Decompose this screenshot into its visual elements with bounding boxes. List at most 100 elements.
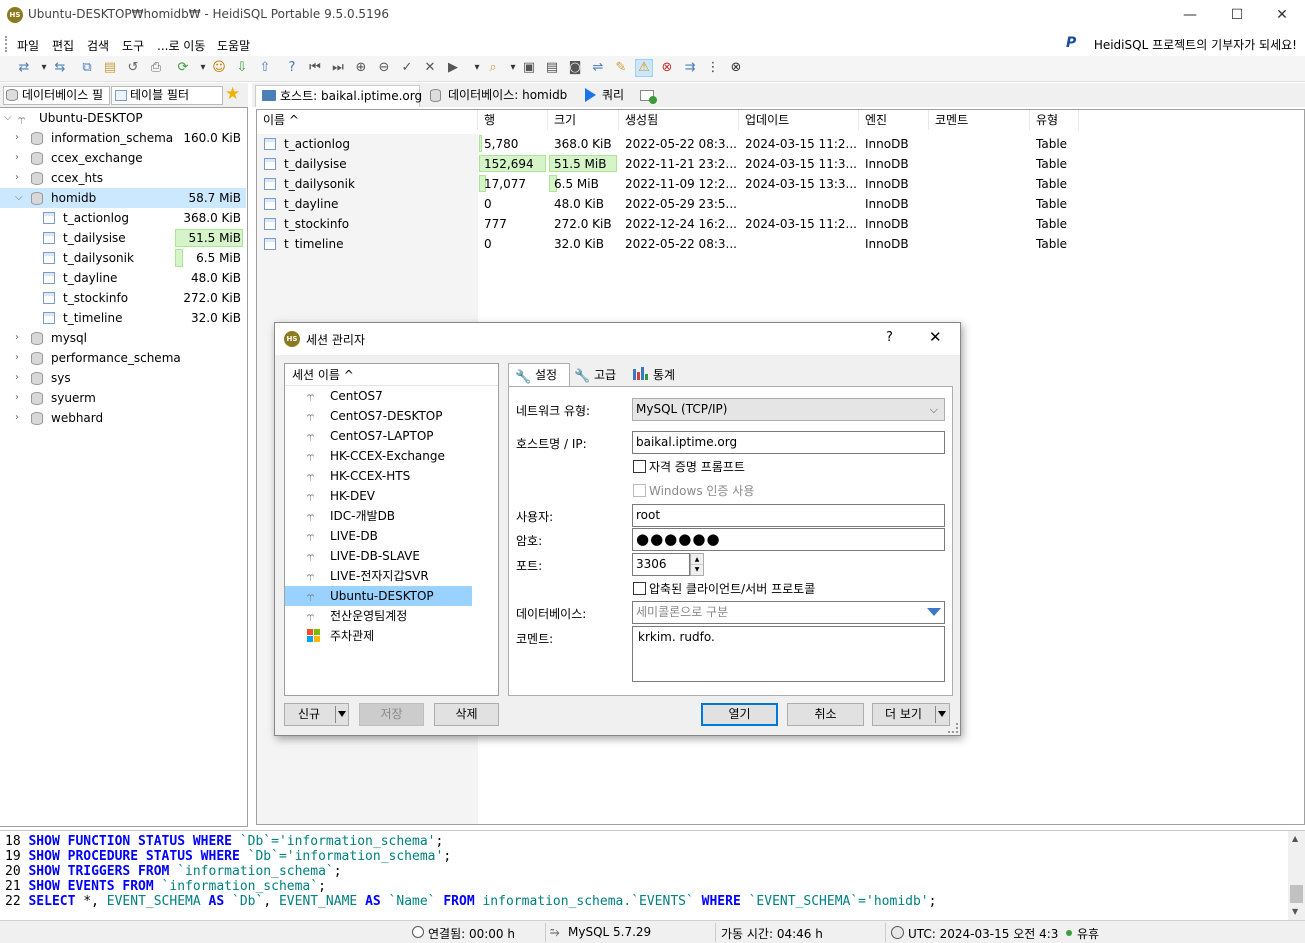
post-icon[interactable]: ✓ [399,60,415,76]
session-item[interactable]: ⥾ CentOS7-LAPTOP [285,426,472,446]
session-item[interactable]: ⥾ HK-DEV [285,486,472,506]
print-icon[interactable]: ⎙ [148,60,164,76]
copy-icon[interactable]: ⧉ [79,60,95,76]
chevron-right-icon[interactable]: › [15,168,19,188]
open-button[interactable]: 열기 [701,703,778,726]
chevron-right-icon[interactable]: › [15,388,19,408]
cancel-button[interactable]: 취소 [787,703,864,726]
dropdown-icon[interactable]: ▾ [39,60,49,76]
maximize-button[interactable]: ☐ [1214,0,1260,30]
help-button[interactable]: ? [886,330,893,345]
paste-icon[interactable]: ▤ [102,60,118,76]
column-header[interactable]: 엔진 [859,110,929,130]
session-item[interactable]: ⥾ CentOS7-DESKTOP [285,406,472,426]
session-list-header[interactable]: 세션 이름 ^ [285,364,498,386]
split-dropdown-icon[interactable] [338,711,346,717]
session-item[interactable]: 주차관제 [285,626,472,646]
prompt-credentials-checkbox[interactable] [633,460,646,473]
session-item[interactable]: ⥾ HK-CCEX-Exchange [285,446,472,466]
menu-tools[interactable]: 도구 [122,37,144,54]
tree-database[interactable]: › webhard [0,408,246,428]
tree-database[interactable]: › information_schema 160.0 KiB [0,128,246,148]
dialog-close-button[interactable]: ✕ [929,328,942,346]
chevron-right-icon[interactable]: › [15,368,19,388]
tree-database[interactable]: › performance_schema [0,348,246,368]
delete-icon[interactable]: ⊗ [659,60,675,76]
tab-statistics[interactable]: 통계 [627,365,685,387]
add-icon[interactable]: ⊕ [353,60,369,76]
tab-query[interactable]: 쿼리 [580,85,632,107]
databases-input[interactable]: 세미콜론으로 구분 [632,601,945,624]
chevron-down-icon[interactable]: ⌵ [4,108,12,128]
tree-table[interactable]: t_dailysise 51.5 MiB [0,228,246,248]
column-header[interactable]: 행 [478,110,548,130]
chevron-right-icon[interactable]: › [15,408,19,428]
delete-button[interactable]: 삭제 [434,703,499,726]
scroll-up-icon[interactable]: ▲ [1292,834,1298,843]
column-header[interactable]: 유형 [1030,110,1079,130]
tree-table[interactable]: t_dailysonik 6.5 MiB [0,248,246,268]
session-item[interactable]: ⥾ LIVE-전자지갑SVR [285,566,472,586]
disconnect-icon[interactable]: ⇆ [52,60,68,76]
sql-log-scrollbar[interactable]: ▲ ▼ [1288,831,1305,921]
menu-file[interactable]: 파일 [17,37,39,54]
warning-icon[interactable]: ⚠ [635,59,653,77]
binoculars-icon[interactable]: ◙ [567,60,583,76]
stop-icon[interactable]: ⊗ [728,60,744,76]
dropdown-icon[interactable]: ▾ [198,60,208,76]
replace-icon[interactable]: ⇌ [590,60,606,76]
tree-database[interactable]: › ccex_exchange [0,148,246,168]
menu-edit[interactable]: 편집 [52,37,74,54]
comment-textarea[interactable]: krkim. rudfo. [632,626,945,682]
donate-link[interactable]: HeidiSQL 프로젝트의 기부자가 되세요! [1094,36,1297,53]
session-item[interactable]: ⥾ LIVE-DB-SLAVE [285,546,472,566]
tab-advanced[interactable]: 🔧 고급 [570,365,626,387]
port-input[interactable]: 3306 [632,553,690,576]
more-button[interactable]: 더 보기 [872,703,950,726]
table-filter-input[interactable]: 테이블 필터 [111,86,223,105]
table-row[interactable]: t_dailysise 152,694 51.5 MiB 2022-11-21 23:… [257,154,1079,174]
tree-database[interactable]: ⌵ homidb 58.7 MiB [0,188,246,208]
remove-icon[interactable]: ⊖ [376,60,392,76]
chevron-right-icon[interactable]: › [15,148,19,168]
column-header[interactable]: 크기 [548,110,619,130]
windows-auth-checkbox[interactable] [633,484,646,497]
menu-help[interactable]: 도움말 [217,37,250,54]
refresh-icon[interactable]: ⟳ [175,60,191,76]
minimize-button[interactable]: — [1167,0,1213,30]
edit-icon[interactable]: ✎ [613,60,629,76]
tree-database[interactable]: › ccex_hts [0,168,246,188]
chevron-down-icon[interactable]: ⌵ [15,188,23,208]
session-item[interactable]: ⥾ HK-CCEX-HTS [285,466,472,486]
explain-icon[interactable]: ⌕ [485,60,501,76]
format-icon[interactable]: ⋮ [705,60,721,76]
chevron-right-icon[interactable]: › [15,348,19,368]
tree-table[interactable]: t_stockinfo 272.0 KiB [0,288,246,308]
database-filter-input[interactable]: 데이터베이스 필 [3,86,110,105]
first-icon[interactable]: ⏮ [307,60,323,76]
password-input[interactable]: ●●●●●● [632,528,945,551]
session-item[interactable]: ⥾ LIVE-DB [285,526,472,546]
table-row[interactable]: t_actionlog 5,780 368.0 KiB 2022-05-22 08:3… [257,134,1079,154]
dropdown-icon[interactable]: ▾ [472,60,482,76]
tree-table[interactable]: t_timeline 32.0 KiB [0,308,246,328]
undo-icon[interactable]: ↺ [125,60,141,76]
dropdown-icon[interactable]: ▾ [508,60,518,76]
menu-goto[interactable]: ...로 이동 [157,37,205,54]
cancel-icon[interactable]: ✕ [422,60,438,76]
hostname-input[interactable]: baikal.iptime.org [632,431,945,454]
session-item[interactable]: ⥾ 전산운영팀계정 [285,606,472,626]
table-row[interactable]: t_dailysonik 17,077 6.5 MiB 2022-11-09 12:2… [257,174,1079,194]
session-item[interactable]: ⥾ IDC-개발DB [285,506,472,526]
tree-database[interactable]: › mysql [0,328,246,348]
new-query-tab-icon[interactable] [640,90,657,104]
tab-settings[interactable]: 🔧 설정 [508,363,570,387]
help-icon[interactable]: ? [284,60,300,76]
session-item[interactable]: ⥾ CentOS7 [285,386,472,406]
user-input[interactable]: root [632,504,945,527]
stepper-down-icon[interactable]: ▼ [691,565,703,575]
scrollbar-thumb[interactable] [1290,885,1303,903]
chevron-right-icon[interactable]: › [15,128,19,148]
new-session-button[interactable]: 신규 [284,703,349,726]
tree-database[interactable]: › sys [0,368,246,388]
